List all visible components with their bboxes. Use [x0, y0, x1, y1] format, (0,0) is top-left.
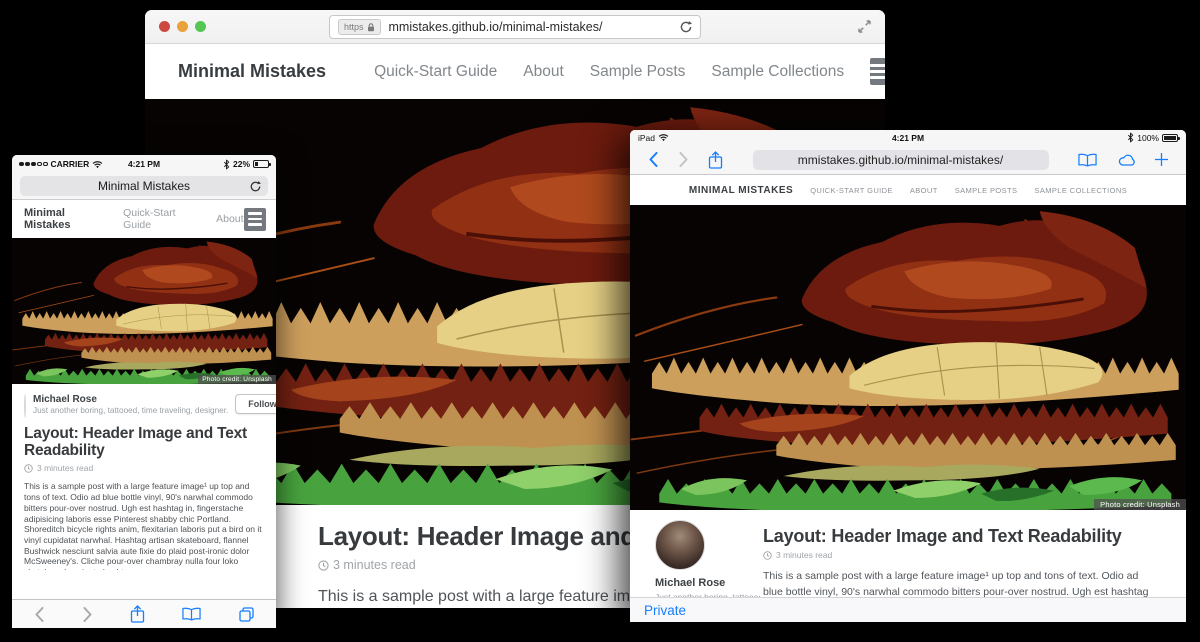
nav-sample-collections[interactable]: Sample Collections [711, 63, 844, 81]
read-time: 3 minutes read [763, 550, 1161, 560]
iphone-address-bar[interactable]: Minimal Mistakes [20, 176, 268, 196]
private-browsing-bar[interactable]: Private [630, 597, 1186, 622]
post-paragraph: This is a sample post with a large featu… [24, 481, 264, 570]
author-bio: Just another boring, tattooed, time trav… [33, 406, 228, 415]
ipad-site-nav: Minimal Mistakes Quick-Start Guide About… [630, 175, 1186, 205]
https-badge: https [338, 19, 381, 35]
nav-quick-start-guide[interactable]: Quick-Start Guide [374, 63, 497, 81]
close-window-button[interactable] [159, 21, 170, 32]
reload-icon[interactable] [680, 21, 692, 33]
signal-strength-icon [19, 162, 48, 167]
iphone-url-text: Minimal Mistakes [98, 179, 190, 193]
photo-credit: Photo credit: Unsplash [1094, 499, 1186, 510]
site-brand[interactable]: Minimal Mistakes [689, 185, 793, 196]
nav-sample-collections[interactable]: Sample Collections [1034, 186, 1127, 195]
battery-percent: 100% [1137, 133, 1159, 143]
window-controls [159, 21, 206, 32]
nav-sample-posts[interactable]: Sample Posts [955, 186, 1018, 195]
nav-about[interactable]: About [910, 186, 938, 195]
post-title: Layout: Header Image and Text Readabilit… [763, 526, 1161, 547]
nav-quick-start-guide[interactable]: Quick-Start Guide [810, 186, 893, 195]
nav-quick-start-guide[interactable]: Quick-Start Guide [123, 207, 195, 231]
photo-credit: Photo credit: Unsplash [198, 375, 276, 384]
post-title: Layout: Header Image and Text Readabilit… [24, 426, 264, 459]
device-label: iPad [638, 133, 655, 143]
nav-about[interactable]: About [523, 63, 564, 81]
share-icon[interactable] [130, 605, 145, 623]
author-name: Michael Rose [655, 577, 763, 589]
back-button[interactable] [34, 607, 44, 622]
minimize-window-button[interactable] [177, 21, 188, 32]
iphone-status-bar: CARRIER 4:21 PM 22% [12, 155, 276, 173]
menu-toggle-button[interactable] [244, 208, 266, 231]
wifi-icon [658, 133, 669, 142]
bookmarks-icon[interactable] [182, 607, 201, 621]
nav-sample-posts[interactable]: Sample Posts [590, 63, 686, 81]
forward-button[interactable] [678, 152, 688, 167]
reload-icon[interactable] [250, 181, 261, 192]
read-time: 3 minutes read [24, 463, 264, 473]
follow-button[interactable]: Follow [235, 394, 276, 414]
author-block: Michael Rose Just another boring, tattoo… [24, 394, 264, 418]
author-avatar [24, 394, 26, 418]
ipad-status-bar: iPad 4:21 PM 100% [630, 130, 1186, 145]
feature-image: Photo credit: Unsplash [12, 238, 276, 384]
icloud-tabs-icon[interactable] [1117, 153, 1135, 166]
iphone-mockup: CARRIER 4:21 PM 22% Minimal Mistakes Min… [12, 155, 276, 628]
iphone-site-nav: Minimal Mistakes Quick-Start Guide About [12, 200, 276, 238]
menu-toggle-button[interactable] [870, 58, 885, 85]
ipad-post-content: Michael Rose Just another boring, tattoo… [630, 510, 1186, 597]
lock-icon [367, 23, 375, 32]
site-brand[interactable]: Minimal Mistakes [24, 207, 102, 231]
composite-canvas: https mmistakes.github.io/minimal-mistak… [0, 0, 1200, 642]
author-avatar [655, 520, 705, 570]
status-time: 4:21 PM [128, 159, 160, 169]
battery-percent: 22% [233, 159, 250, 169]
post-paragraph: This is a sample post with a large featu… [763, 569, 1161, 597]
leaves-photo [12, 238, 276, 384]
clock-icon [318, 560, 329, 571]
bluetooth-icon [1127, 132, 1134, 143]
forward-button[interactable] [82, 607, 92, 622]
iphone-url-section: Minimal Mistakes [12, 173, 276, 200]
leaves-photo [630, 205, 1186, 510]
author-name: Michael Rose [33, 394, 228, 405]
share-icon[interactable] [708, 151, 723, 169]
author-block: Michael Rose Just another boring, tattoo… [630, 510, 763, 597]
zoom-window-button[interactable] [195, 21, 206, 32]
clock-icon [24, 464, 33, 473]
feature-image: Photo credit: Unsplash [630, 205, 1186, 510]
bluetooth-icon [223, 159, 230, 170]
status-time: 4:21 PM [892, 133, 924, 143]
bookmarks-icon[interactable] [1078, 153, 1097, 167]
expand-icon[interactable] [858, 20, 871, 33]
site-brand[interactable]: Minimal Mistakes [178, 61, 326, 82]
back-button[interactable] [648, 152, 658, 167]
wifi-icon [92, 160, 103, 169]
url-text: mmistakes.github.io/minimal-mistakes/ [389, 20, 680, 34]
new-tab-icon[interactable] [1155, 153, 1168, 166]
tabs-icon[interactable] [239, 607, 254, 622]
read-time-label: 3 minutes read [37, 463, 93, 473]
url-text: mmistakes.github.io/minimal-mistakes/ [798, 153, 1003, 167]
browser-titlebar: https mmistakes.github.io/minimal-mistak… [145, 10, 885, 44]
https-label: https [344, 22, 364, 32]
carrier-label: CARRIER [51, 159, 90, 169]
clock-icon [763, 551, 772, 560]
private-label: Private [644, 603, 686, 618]
battery-icon [1162, 134, 1178, 142]
read-time-label: 3 minutes read [776, 550, 832, 560]
safari-bottom-toolbar [12, 599, 276, 628]
ipad-address-bar[interactable]: mmistakes.github.io/minimal-mistakes/ [753, 150, 1049, 170]
battery-icon [253, 160, 269, 168]
read-time-label: 3 minutes read [333, 558, 416, 572]
desktop-address-bar[interactable]: https mmistakes.github.io/minimal-mistak… [329, 15, 701, 39]
nav-about[interactable]: About [216, 213, 243, 225]
safari-toolbar: mmistakes.github.io/minimal-mistakes/ [630, 145, 1186, 175]
iphone-post-content: Michael Rose Just another boring, tattoo… [12, 384, 276, 570]
ipad-mockup: iPad 4:21 PM 100% mmistakes.github.io/mi… [630, 130, 1186, 622]
desktop-site-nav: Minimal Mistakes Quick-Start Guide About… [145, 44, 885, 99]
